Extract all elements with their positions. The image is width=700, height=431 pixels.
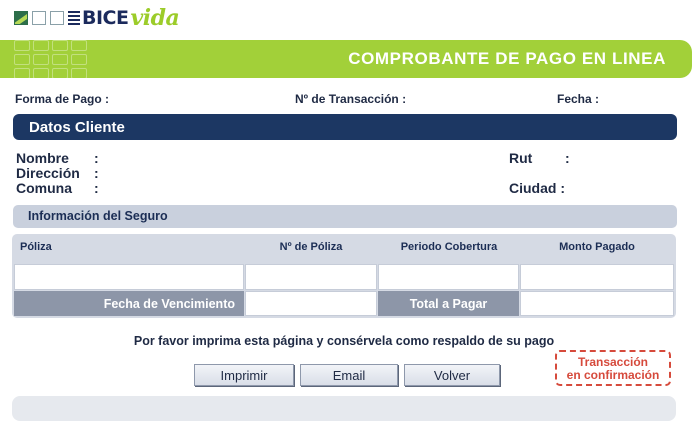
print-button[interactable]: Imprimir — [194, 364, 294, 386]
column-header-periodo-cobertura: Periodo Cobertura — [400, 241, 498, 253]
comuna-colon: : — [94, 180, 99, 196]
logo-bice-text: BICE — [82, 7, 129, 29]
email-button[interactable]: Email — [300, 364, 398, 386]
print-note: Por favor imprima esta página y consérve… — [133, 334, 555, 348]
nombre-label: Nombre — [16, 150, 69, 166]
direccion-colon: : — [94, 165, 99, 181]
column-header-poliza: Póliza — [20, 241, 52, 253]
logo-vida-text: vida — [130, 5, 180, 31]
decorative-grid — [14, 40, 88, 79]
informacion-seguro-header: Información del Seguro — [13, 205, 677, 228]
rut-label: Rut — [509, 150, 533, 166]
poliza-value-cell — [14, 264, 244, 290]
stamp-line-2: en confirmación — [566, 368, 660, 382]
informacion-seguro-title: Información del Seguro — [28, 209, 168, 223]
datos-cliente-header: Datos Cliente — [13, 114, 677, 140]
logo-square-icon — [32, 11, 46, 25]
fecha-label: Fecha : — [557, 92, 600, 106]
logo-square-icon — [14, 11, 28, 25]
rut-colon: : — [565, 150, 570, 166]
column-header-monto-pagado: Monto Pagado — [559, 241, 635, 253]
ciudad-label: Ciudad : — [509, 180, 565, 196]
logo-square-icon — [50, 11, 64, 25]
monto-pagado-value-cell — [520, 264, 674, 290]
page-title: COMPROBANTE DE PAGO EN LINEA — [348, 49, 666, 68]
transaccion-label: Nº de Transacción : — [295, 92, 407, 106]
datos-cliente-title: Datos Cliente — [29, 119, 125, 136]
nombre-colon: : — [94, 150, 99, 166]
footer-bar — [12, 396, 676, 421]
numero-poliza-value-cell — [245, 264, 377, 290]
total-a-pagar-value-cell — [520, 291, 674, 316]
back-button[interactable]: Volver — [404, 364, 500, 386]
fecha-vencimiento-label: Fecha de Vencimiento — [14, 291, 244, 316]
total-a-pagar-label: Total a Pagar — [378, 291, 519, 316]
fecha-vencimiento-value-cell — [245, 291, 377, 316]
logo-bars-icon — [68, 11, 80, 25]
periodo-cobertura-value-cell — [378, 264, 519, 290]
column-header-numero-poliza: Nº de Póliza — [279, 241, 343, 253]
bice-vida-logo: BICE vida — [14, 5, 180, 31]
transaction-status-stamp: Transacción en confirmación — [555, 350, 671, 386]
header-band: COMPROBANTE DE PAGO EN LINEA — [0, 40, 692, 79]
forma-de-pago-label: Forma de Pago : — [15, 92, 110, 106]
direccion-label: Dirección — [16, 165, 80, 181]
comuna-label: Comuna — [16, 180, 72, 196]
